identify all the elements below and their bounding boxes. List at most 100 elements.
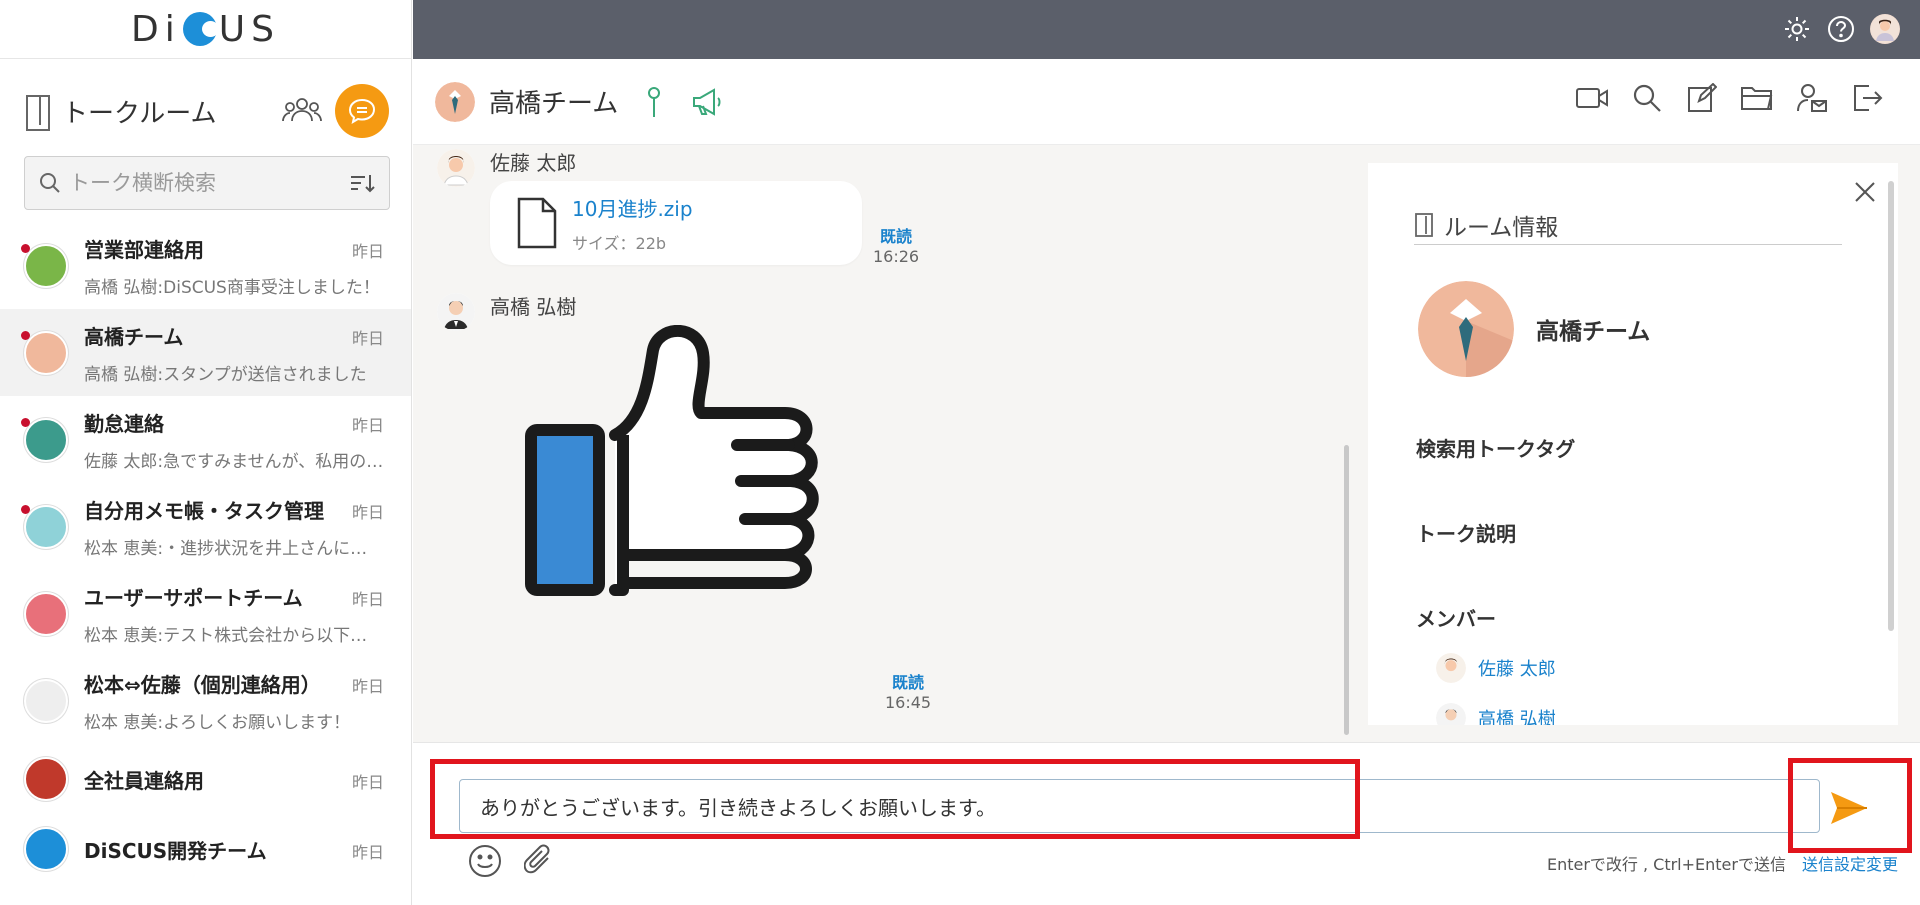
member-name[interactable]: 佐藤 太郎 [1478,655,1556,681]
room-info-title: ルーム情報 [1444,214,1559,241]
room-text: 自分用メモ帳・タスク管理 昨日松本 恵美:・進捗状況を井上さんに報告 [84,495,411,559]
new-talk-button[interactable] [335,84,389,138]
unread-indicator [21,244,30,253]
room-list-item[interactable]: 自分用メモ帳・タスク管理 昨日松本 恵美:・進捗状況を井上さんに報告 [0,483,411,570]
chat-header: 高橋チーム [413,59,1920,145]
send-shortcut-hint: Enterで改行 , Ctrl+Enterで送信 [1546,855,1786,874]
sort-icon[interactable] [349,172,375,194]
door-icon [22,93,52,131]
room-name: 自分用メモ帳・タスク管理 [84,498,324,523]
room-avatar [435,81,475,122]
room-date: 昨日 [351,241,384,261]
room-list: 営業部連絡用 昨日 高橋 弘樹:DiSCUS商事受注しました！ 高橋チーム 昨日 高橋 弘… [0,222,411,884]
edit-note-icon[interactable] [1685,81,1719,115]
room-top-line: ユーザーサポートチーム 昨日 [84,582,384,611]
settings-icon[interactable] [1782,14,1812,44]
room-avatar [24,591,68,636]
chat-room-title: 高橋チーム [489,89,619,119]
room-text: 高橋チーム 昨日高橋 弘樹:スタンプが送信されました [84,321,411,385]
discus-logo[interactable]: Di US [131,9,280,50]
talk-search-input[interactable] [69,171,349,195]
sender-avatar[interactable] [437,149,475,187]
pin-icon[interactable] [644,85,664,119]
room-name: 松本⇔佐藤（個別連絡用） [84,672,321,697]
message-sender-name: 高橋 弘樹 [490,295,577,319]
room-preview: 松本 恵美:テスト株式会社から以下の問い合わせ [84,625,384,646]
help-icon[interactable] [1826,14,1856,44]
room-top-line: 自分用メモ帳・タスク管理 昨日 [84,495,384,524]
room-top-line: DiSCUS開発チーム 昨日 [84,835,384,864]
unread-indicator [21,505,30,514]
send-settings-link[interactable]: 送信設定変更 [1802,851,1898,875]
paperclip-icon[interactable] [521,843,557,879]
room-top-line: 高橋チーム 昨日 [84,321,384,350]
room-name: 営業部連絡用 [84,237,204,262]
emoji-icon[interactable] [467,843,503,879]
member-item[interactable]: 佐藤 太郎 [1436,653,1556,683]
logo-text-left: Di [131,8,181,50]
room-text: ユーザーサポートチーム 昨日松本 恵美:テスト株式会社から以下の問い合わせ [84,582,411,646]
read-label: 既読 [880,227,913,246]
logo-text-right: US [218,8,280,50]
room-avatar [24,757,68,801]
message-area: 佐藤 太郎 10月進捗.zip サイズ：22b 既読 16:26 高橋 弘樹 既… [413,145,1351,742]
member-avatar [1436,653,1466,683]
room-date: 昨日 [351,328,384,348]
member-avatar [1436,703,1466,725]
app-root: Di US トークルーム トーク横断検索 営業部連絡用 昨日 高橋 弘樹:DiS… [0,0,1920,905]
room-list-item[interactable]: 高橋チーム 昨日高橋 弘樹:スタンプが送信されました [0,309,411,396]
read-receipt: 既読 16:26 [873,223,919,266]
sidebar: Di US トークルーム トーク横断検索 営業部連絡用 昨日 高橋 弘樹:DiS… [0,0,412,905]
message-composer: Enterで改行 , Ctrl+Enterで送信 送信設定変更 [413,742,1920,905]
room-avatar [24,827,68,871]
member-mail-icon[interactable] [1795,81,1829,115]
room-text: 全社員連絡用 昨日 [84,765,411,794]
room-preview: 高橋 弘樹:DiSCUS商事受注しました！ [84,277,380,298]
room-date: 昨日 [351,415,384,435]
logo-c-icon [182,12,219,46]
file-message-bubble[interactable]: 10月進捗.zip サイズ：22b [490,181,862,265]
room-list-item[interactable]: 勤怠連絡 昨日 佐藤 太郎:急ですみませんが、私用のため [0,396,411,483]
room-avatar-large [1418,281,1514,377]
room-date: 昨日 [351,676,384,696]
file-name-link[interactable]: 10月進捗.zip [572,193,693,222]
folder-icon[interactable] [1740,81,1774,115]
room-preview: 松本 恵美:・進捗状況を井上さんに報告 [84,538,384,559]
talk-description-heading: トーク説明 [1416,522,1516,546]
room-date: 昨日 [351,842,384,862]
room-date: 昨日 [351,772,384,792]
room-name: 高橋チーム [84,324,184,349]
message-search-icon[interactable] [1630,81,1664,115]
user-avatar-icon[interactable] [1870,14,1900,44]
member-item[interactable]: 高橋 弘樹 [1436,703,1556,725]
room-avatar [24,678,68,723]
room-list-item[interactable]: DiSCUS開発チーム 昨日 [0,814,411,884]
room-top-line: 勤怠連絡 昨日 [84,408,384,437]
members-icon[interactable] [281,90,323,132]
room-list-item[interactable]: 全社員連絡用 昨日 [0,744,411,814]
room-list-item[interactable]: ユーザーサポートチーム 昨日松本 恵美:テスト株式会社から以下の問い合わせ [0,570,411,657]
message-time: 16:26 [873,247,920,266]
room-list-item[interactable]: 営業部連絡用 昨日高橋 弘樹:DiSCUS商事受注しました！ [0,222,411,309]
video-call-icon[interactable] [1575,81,1609,115]
input-highlight-box [430,759,1360,839]
room-date: 昨日 [351,502,384,522]
room-info-scrollbar[interactable] [1888,181,1894,631]
announcement-icon[interactable] [690,87,724,117]
top-bar [413,0,1920,59]
close-icon[interactable] [1850,177,1880,207]
room-info-title-row: ルーム情報 [1414,205,1842,245]
member-name[interactable]: 高橋 弘樹 [1478,705,1556,725]
room-text: DiSCUS開発チーム 昨日 [84,835,411,864]
room-avatar [24,417,68,462]
sender-avatar[interactable] [437,293,475,331]
room-preview: 高橋 弘樹:スタンプが送信されました [84,364,367,385]
message-scrollbar[interactable] [1344,445,1349,735]
thumbs-up-stamp[interactable] [523,324,843,625]
talk-search-box [24,156,390,210]
room-list-item[interactable]: 松本⇔佐藤（個別連絡用） 昨日 松本 恵美:よろしくお願いします！ [0,657,411,744]
unread-indicator [21,331,30,340]
room-avatar [24,504,68,549]
leave-room-icon[interactable] [1850,81,1884,115]
room-text: 松本⇔佐藤（個別連絡用） 昨日 松本 恵美:よろしくお願いします！ [84,669,411,733]
